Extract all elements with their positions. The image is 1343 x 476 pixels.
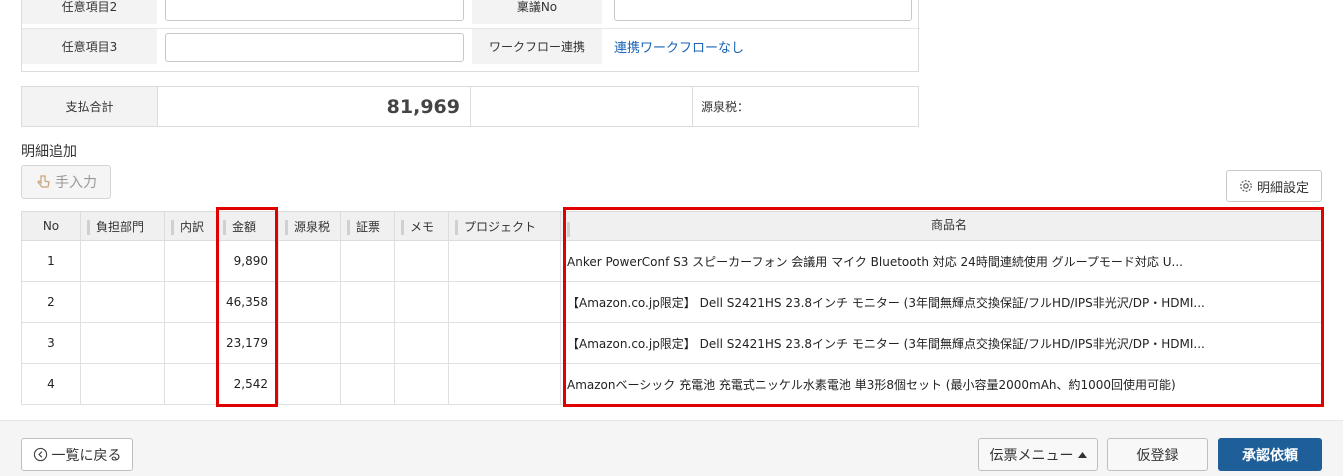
column-header-no[interactable]: No bbox=[21, 211, 81, 241]
optional-item-3-input[interactable] bbox=[165, 33, 464, 62]
cell-product-name[interactable]: 【Amazon.co.jp限定】 Dell S2421HS 23.8インチ モニ… bbox=[560, 322, 1323, 364]
cell-withholding[interactable] bbox=[278, 240, 341, 282]
cell-breakdown[interactable] bbox=[164, 281, 217, 323]
optional-item-2-label: 任意項目2 bbox=[22, 0, 157, 24]
cell-breakdown[interactable] bbox=[164, 322, 217, 364]
form-row-3: 任意項目3 ワークフロー連携 連携ワークフローなし bbox=[22, 28, 920, 64]
cell-no: 1 bbox=[21, 240, 81, 282]
cell-amount[interactable]: 23,179 bbox=[216, 322, 279, 364]
column-header-memo[interactable]: メモ bbox=[394, 211, 449, 241]
payment-total-blank bbox=[470, 87, 692, 126]
form-panel: 任意項目2 稟議No 任意項目3 ワークフロー連携 連携ワークフローなし bbox=[21, 0, 920, 72]
workflow-link-label: ワークフロー連携 bbox=[472, 29, 602, 64]
form-row-2: 任意項目2 稟議No bbox=[22, 0, 920, 24]
column-header-department[interactable]: 負担部門 bbox=[80, 211, 165, 241]
table-row[interactable]: 1 9,890 Anker PowerConf S3 スピーカーフォン 会議用 … bbox=[21, 240, 1323, 282]
back-to-list-button[interactable]: 一覧に戻る bbox=[21, 438, 133, 471]
cell-withholding[interactable] bbox=[278, 322, 341, 364]
cell-voucher[interactable] bbox=[340, 322, 395, 364]
payment-total-panel: 支払合計 81,969 源泉税： bbox=[21, 86, 919, 127]
cell-project[interactable] bbox=[448, 240, 561, 282]
cell-project[interactable] bbox=[448, 363, 561, 405]
cell-department[interactable] bbox=[80, 363, 165, 405]
cell-amount[interactable]: 2,542 bbox=[216, 363, 279, 405]
voucher-menu-label: 伝票メニュー bbox=[989, 447, 1074, 464]
table-row[interactable]: 3 23,179 【Amazon.co.jp限定】 Dell S2421HS 2… bbox=[21, 322, 1323, 364]
optional-item-3-label: 任意項目3 bbox=[22, 29, 157, 64]
cell-withholding[interactable] bbox=[278, 281, 341, 323]
table-row[interactable]: 2 46,358 【Amazon.co.jp限定】 Dell S2421HS 2… bbox=[21, 281, 1323, 323]
column-header-breakdown[interactable]: 内訳 bbox=[164, 211, 217, 241]
details-table: No 負担部門 内訳 金額 源泉税 証票 メモ プロジェクト 商品名 1 9,8… bbox=[21, 211, 1323, 405]
details-section-title: 明細追加 bbox=[21, 144, 77, 160]
cell-no: 3 bbox=[21, 322, 81, 364]
footer-bar: 一覧に戻る 伝票メニュー 仮登録 承認依頼 bbox=[0, 420, 1343, 476]
cell-product-name[interactable]: 【Amazon.co.jp限定】 Dell S2421HS 23.8インチ モニ… bbox=[560, 281, 1323, 323]
voucher-menu-button[interactable]: 伝票メニュー bbox=[978, 438, 1098, 471]
cell-amount[interactable]: 46,358 bbox=[216, 281, 279, 323]
cell-product-name[interactable]: Anker PowerConf S3 スピーカーフォン 会議用 マイク Blue… bbox=[560, 240, 1323, 282]
optional-item-2-input[interactable] bbox=[165, 0, 464, 21]
cell-voucher[interactable] bbox=[340, 281, 395, 323]
approval-no-input[interactable] bbox=[614, 0, 912, 21]
gear-icon bbox=[1239, 179, 1253, 193]
circle-chevron-left-icon bbox=[33, 447, 48, 462]
manual-input-button[interactable]: 手入力 bbox=[21, 165, 111, 199]
back-to-list-label: 一覧に戻る bbox=[51, 447, 122, 464]
payment-total-label: 支払合計 bbox=[22, 87, 157, 126]
detail-settings-button[interactable]: 明細設定 bbox=[1226, 170, 1322, 202]
cell-amount[interactable]: 9,890 bbox=[216, 240, 279, 282]
detail-settings-label: 明細設定 bbox=[1256, 180, 1309, 196]
cell-voucher[interactable] bbox=[340, 363, 395, 405]
approval-no-label: 稟議No bbox=[472, 0, 602, 24]
column-header-project[interactable]: プロジェクト bbox=[448, 211, 561, 241]
payment-total-amount: 81,969 bbox=[157, 87, 470, 126]
column-header-amount[interactable]: 金額 bbox=[216, 211, 279, 241]
column-header-voucher[interactable]: 証票 bbox=[340, 211, 395, 241]
column-header-product-name[interactable]: 商品名 bbox=[560, 211, 1323, 241]
cell-project[interactable] bbox=[448, 281, 561, 323]
manual-input-label: 手入力 bbox=[55, 175, 97, 191]
cell-breakdown[interactable] bbox=[164, 240, 217, 282]
withholding-tax-label: 源泉税： bbox=[692, 87, 919, 126]
hand-pointer-icon bbox=[35, 174, 51, 190]
cell-department[interactable] bbox=[80, 240, 165, 282]
column-header-withholding[interactable]: 源泉税 bbox=[278, 211, 341, 241]
cell-withholding[interactable] bbox=[278, 363, 341, 405]
temporary-save-button[interactable]: 仮登録 bbox=[1107, 438, 1208, 471]
table-header-row: No 負担部門 内訳 金額 源泉税 証票 メモ プロジェクト 商品名 bbox=[21, 211, 1323, 241]
request-approval-button[interactable]: 承認依頼 bbox=[1218, 438, 1322, 471]
cell-department[interactable] bbox=[80, 322, 165, 364]
workflow-link[interactable]: 連携ワークフローなし bbox=[614, 29, 744, 64]
cell-breakdown[interactable] bbox=[164, 363, 217, 405]
cell-no: 2 bbox=[21, 281, 81, 323]
cell-memo[interactable] bbox=[394, 281, 449, 323]
table-row[interactable]: 4 2,542 Amazonベーシック 充電池 充電式ニッケル水素電池 単3形8… bbox=[21, 363, 1323, 405]
caret-up-icon bbox=[1077, 451, 1087, 458]
cell-voucher[interactable] bbox=[340, 240, 395, 282]
cell-memo[interactable] bbox=[394, 322, 449, 364]
cell-memo[interactable] bbox=[394, 363, 449, 405]
cell-no: 4 bbox=[21, 363, 81, 405]
cell-product-name[interactable]: Amazonベーシック 充電池 充電式ニッケル水素電池 単3形8個セット (最小… bbox=[560, 363, 1323, 405]
cell-department[interactable] bbox=[80, 281, 165, 323]
cell-memo[interactable] bbox=[394, 240, 449, 282]
cell-project[interactable] bbox=[448, 322, 561, 364]
